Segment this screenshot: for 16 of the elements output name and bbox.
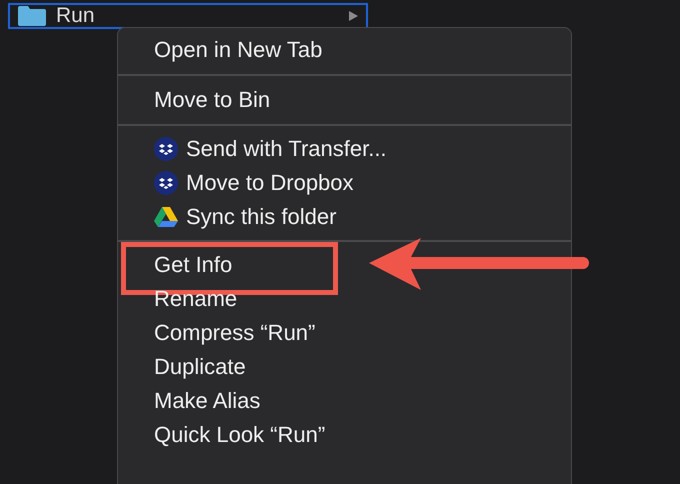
menu-item[interactable]: Send with Transfer... [154, 136, 387, 162]
menu-item[interactable]: Get Info [154, 252, 232, 278]
dropbox-icon [154, 171, 178, 195]
menu-item[interactable]: Quick Look “Run” [154, 422, 326, 448]
folder-name: Run [56, 4, 96, 28]
menu-item[interactable]: Move to Dropbox [154, 170, 354, 196]
menu-item[interactable]: Duplicate [154, 354, 246, 380]
menu-item[interactable]: Sync this folder [154, 204, 336, 230]
dropbox-icon [154, 137, 178, 161]
drive-icon [154, 206, 178, 228]
menu-item[interactable]: Open in New Tab [154, 37, 322, 63]
disclosure-triangle-icon [348, 11, 358, 21]
menu-item[interactable]: Compress “Run” [154, 320, 316, 346]
menu-item[interactable]: Move to Bin [154, 87, 270, 113]
folder-icon [18, 6, 46, 26]
menu-item[interactable]: Make Alias [154, 388, 260, 414]
